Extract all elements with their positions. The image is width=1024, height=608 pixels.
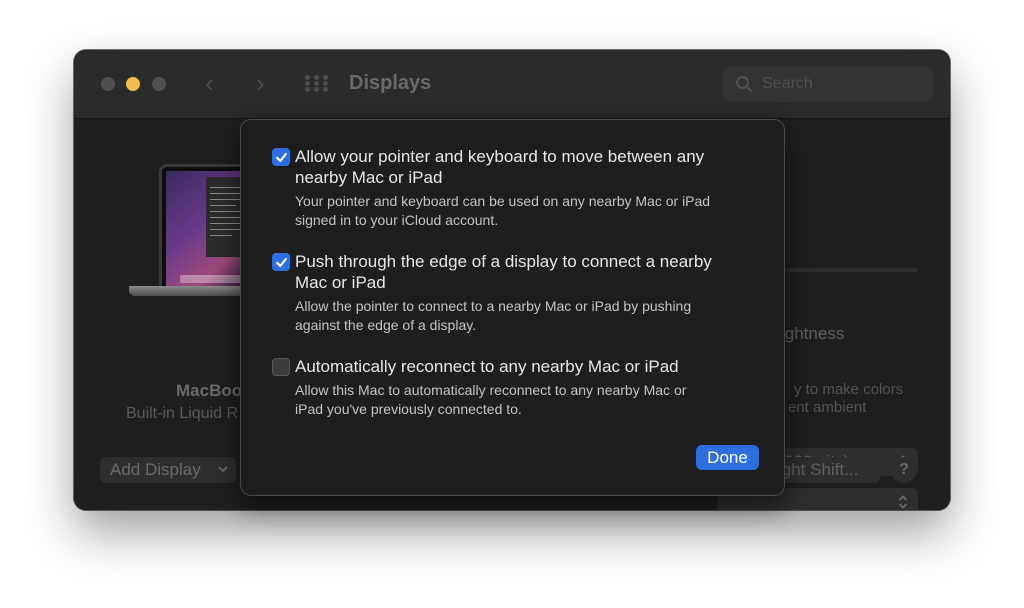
allow-pointer-keyboard-label-line1: Allow your pointer and keyboard to move … xyxy=(295,147,705,166)
back-arrow-icon[interactable]: ‹ xyxy=(205,69,214,97)
push-through-edge-description: Allow the pointer to connect to a nearby… xyxy=(295,297,765,335)
chevron-down-icon xyxy=(218,466,228,473)
night-shift-label: ight Shift... xyxy=(778,460,859,479)
auto-reconnect-checkbox[interactable] xyxy=(272,358,290,376)
auto-reconnect-description: Allow this Mac to automatically reconnec… xyxy=(295,381,765,419)
true-tone-description-line1: y to make colors xyxy=(794,381,904,398)
allow-pointer-keyboard-label-line2: nearby Mac or iPad xyxy=(295,168,443,187)
true-tone-description-line2: ent ambient xyxy=(788,399,867,416)
zoom-window-button[interactable] xyxy=(152,77,166,91)
search-icon xyxy=(736,76,752,92)
search-placeholder: Search xyxy=(762,75,813,92)
auto-reconnect-desc-line2: iPad you've previously connected to. xyxy=(295,401,522,417)
allow-pointer-keyboard-label: Allow your pointer and keyboard to move … xyxy=(295,146,765,188)
auto-reconnect-label: Automatically reconnect to any nearby Ma… xyxy=(295,356,765,377)
minimize-window-button[interactable] xyxy=(126,77,140,91)
push-through-edge-label-line2: Mac or iPad xyxy=(295,273,386,292)
done-button[interactable]: Done xyxy=(696,445,759,470)
dock-thumbnail xyxy=(180,275,242,283)
push-through-edge-label: Push through the edge of a display to co… xyxy=(295,251,765,293)
add-display-button[interactable]: Add Display xyxy=(100,457,236,483)
push-through-edge-desc-line1: Allow the pointer to connect to a nearby… xyxy=(295,298,692,314)
updown-chevron-icon xyxy=(894,492,912,510)
auto-reconnect-desc-line1: Allow this Mac to automatically reconnec… xyxy=(295,382,687,398)
auto-reconnect-label-line1: Automatically reconnect to any nearby Ma… xyxy=(295,357,679,376)
display-subtitle: Built-in Liquid R xyxy=(126,405,239,422)
checkmark-icon xyxy=(275,152,287,162)
display-name: MacBoo xyxy=(176,381,243,400)
universal-control-sheet: Allow your pointer and keyboard to move … xyxy=(240,119,785,496)
search-field[interactable]: Search xyxy=(722,66,934,102)
push-through-edge-label-line1: Push through the edge of a display to co… xyxy=(295,252,712,271)
allow-pointer-keyboard-desc-line2: signed in to your iCloud account. xyxy=(295,212,499,228)
add-display-label: Add Display xyxy=(110,460,201,479)
close-window-button[interactable] xyxy=(101,77,115,91)
allow-pointer-keyboard-checkbox[interactable] xyxy=(272,148,290,166)
title-bar: ‹ › Displays Search xyxy=(74,50,950,119)
help-button[interactable]: ? xyxy=(891,457,917,483)
checkmark-icon xyxy=(275,257,287,267)
window-title: Displays xyxy=(349,72,432,94)
push-through-edge-desc-line2: against the edge of a display. xyxy=(295,317,477,333)
forward-arrow-icon[interactable]: › xyxy=(256,69,265,97)
show-all-grid-icon[interactable] xyxy=(305,75,329,93)
allow-pointer-keyboard-description: Your pointer and keyboard can be used on… xyxy=(295,192,765,230)
allow-pointer-keyboard-desc-line1: Your pointer and keyboard can be used on… xyxy=(295,193,711,209)
brightness-label: ightness xyxy=(781,324,845,343)
push-through-edge-checkbox[interactable] xyxy=(272,253,290,271)
